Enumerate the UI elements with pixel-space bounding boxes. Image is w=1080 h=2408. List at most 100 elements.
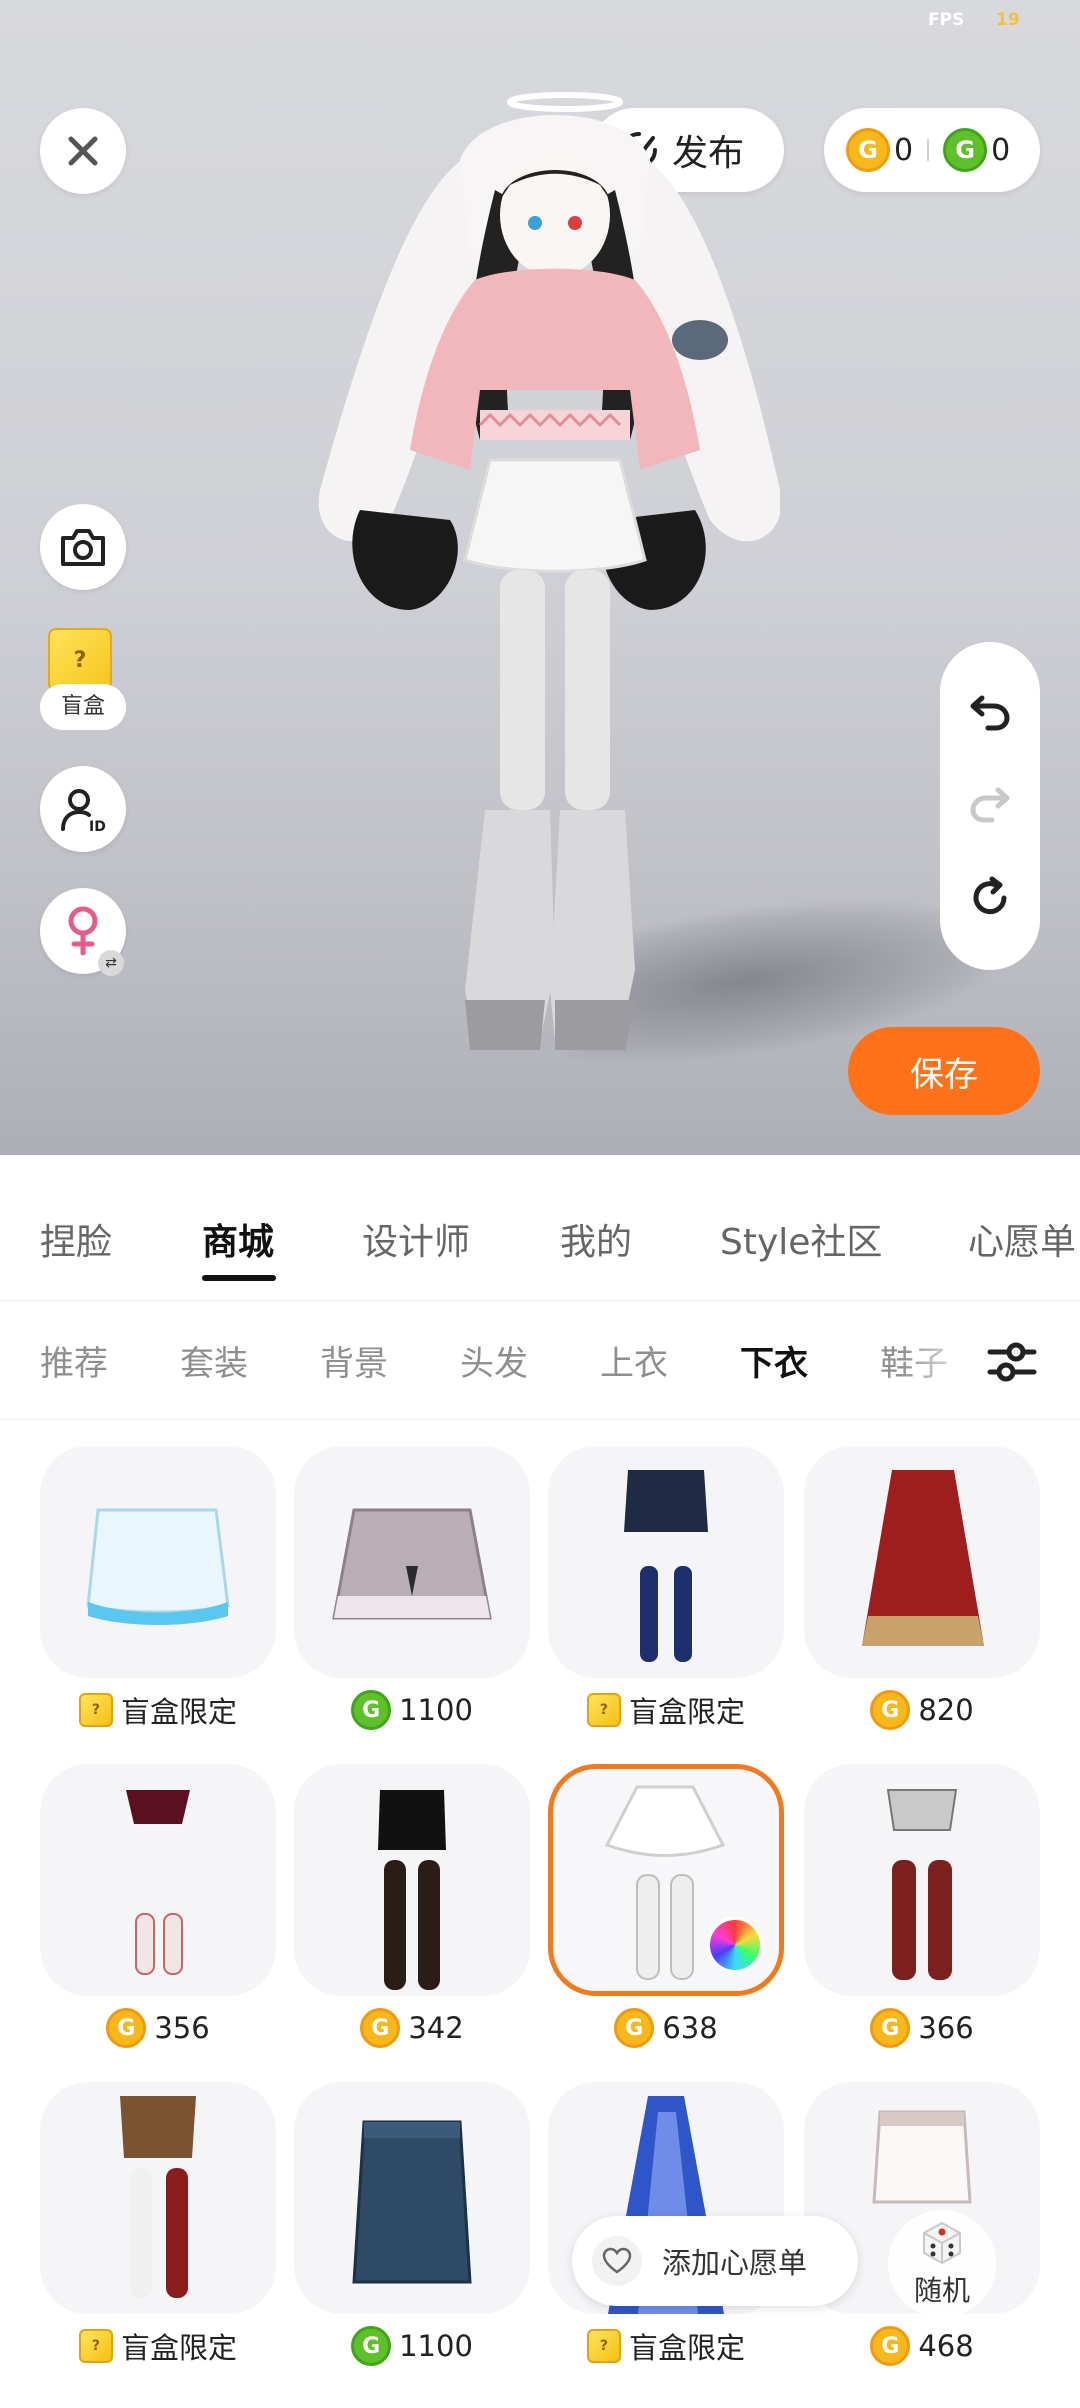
price-text: 342: [408, 2011, 464, 2045]
person-id-icon: ID: [61, 789, 106, 833]
swap-icon: ⇄: [98, 950, 124, 976]
item-thumbnail: [804, 1446, 1040, 1678]
wishlist-label: 添加心愿单: [662, 2246, 808, 2280]
gold-coin-icon: G: [360, 2008, 401, 2048]
subtab-recommended[interactable]: 推荐: [40, 1336, 108, 1385]
item-card[interactable]: G 1100: [294, 1420, 530, 1738]
reset-icon[interactable]: [968, 876, 1012, 920]
item-thumbnail: [548, 1764, 784, 1996]
item-thumbnail: [40, 2082, 276, 2314]
item-price: G 468: [804, 2326, 1040, 2366]
tab-style-community[interactable]: Style社区: [720, 1213, 882, 1265]
item-thumbnail: [548, 1446, 784, 1678]
blindbox-icon: ?: [586, 1693, 621, 1727]
svg-text:ID: ID: [89, 819, 106, 833]
price-text: 356: [154, 2011, 210, 2045]
currency-display[interactable]: G 0 G 0: [824, 108, 1040, 192]
camera-icon: [61, 529, 105, 566]
gold-coin-icon: G: [846, 128, 890, 172]
blindbox-icon: ?: [78, 1693, 113, 1727]
item-price: ? 盲盒限定: [40, 2326, 276, 2366]
tab-mall[interactable]: 商城: [202, 1213, 274, 1265]
tab-face[interactable]: 捏脸: [40, 1213, 112, 1265]
undo-icon[interactable]: [968, 692, 1012, 732]
price-text: 1100: [399, 2329, 473, 2363]
item-price: G 366: [804, 2008, 1040, 2048]
close-icon: [68, 136, 98, 166]
active-tab-indicator: [202, 1275, 276, 1281]
blindbox-label: 盲盒: [40, 684, 126, 730]
currency-divider: [927, 139, 930, 161]
tab-wishlist[interactable]: 心愿单: [968, 1213, 1076, 1265]
skirt-pattern-icon: [332, 1508, 492, 1620]
tab-fade: [900, 1302, 980, 1419]
redo-icon[interactable]: [968, 784, 1012, 824]
avatar-scene[interactable]: FPS 19 发布 G 0 G 0 ? 盲盒 ID ⇄ 保存: [0, 0, 1080, 1155]
shorts-blue-icon: [86, 1508, 230, 1625]
item-price: G 820: [804, 1690, 1040, 1730]
item-card[interactable]: ? 盲盒限定: [40, 2056, 276, 2374]
item-price: G 1100: [294, 2326, 530, 2366]
item-card[interactable]: ? 盲盒限定: [40, 1420, 276, 1738]
add-wishlist-button[interactable]: 添加心愿单: [572, 2216, 858, 2306]
price-text: 366: [918, 2011, 974, 2045]
tab-designer[interactable]: 设计师: [362, 1213, 470, 1265]
blindbox-button[interactable]: ? 盲盒: [40, 628, 126, 730]
item-thumbnail: [294, 1764, 530, 1996]
save-button[interactable]: 保存: [848, 1027, 1040, 1115]
avatar-character: [318, 92, 780, 1050]
price-text: 盲盒限定: [120, 2331, 237, 2365]
item-card[interactable]: ? 盲盒限定: [548, 2056, 784, 2374]
item-card[interactable]: ? 盲盒限定: [548, 1420, 784, 1738]
shorts-grey-socks-icon: [886, 1789, 958, 1980]
random-button[interactable]: 随机: [888, 2210, 996, 2318]
green-coin-icon: G: [351, 2326, 392, 2366]
category-tab-bar: 推荐 套装 背景 头发 上衣 下衣 鞋子: [0, 1302, 1080, 1420]
subtab-bottoms[interactable]: 下衣: [740, 1336, 808, 1385]
item-price: G 342: [294, 2008, 530, 2048]
female-icon: [68, 906, 98, 956]
subtab-hair[interactable]: 头发: [460, 1336, 528, 1385]
subtab-background[interactable]: 背景: [320, 1336, 388, 1385]
subtab-outfits[interactable]: 套装: [180, 1336, 248, 1385]
tab-mine[interactable]: 我的: [560, 1213, 632, 1265]
fps-label: FPS: [928, 10, 965, 30]
item-card[interactable]: G 1100: [294, 2056, 530, 2374]
shorts-brown-socks-icon: [120, 2096, 196, 2298]
price-text: 盲盒限定: [628, 2331, 745, 2365]
item-thumbnail: [294, 2082, 530, 2314]
gold-coin-icon: G: [870, 2326, 911, 2366]
item-card[interactable]: G 342: [294, 1738, 530, 2056]
green-amount: 0: [991, 132, 1011, 168]
green-coin-icon: G: [943, 128, 988, 172]
filter-button[interactable]: [980, 1332, 1044, 1392]
gender-button[interactable]: ⇄: [40, 888, 126, 976]
camera-button[interactable]: [40, 504, 126, 590]
item-card-selected[interactable]: G 638: [548, 1738, 784, 2056]
item-thumbnail: [40, 1446, 276, 1678]
item-thumbnail: [804, 1764, 1040, 1996]
item-price: G 356: [40, 2008, 276, 2048]
gold-coin-icon: G: [106, 2008, 147, 2048]
item-price: ? 盲盒限定: [40, 1690, 276, 1730]
gold-coin-icon: G: [614, 2008, 655, 2048]
main-tab-bar: 捏脸 商城 设计师 我的 Style社区 心愿单: [0, 1155, 1080, 1301]
skirt-red-long-icon: [862, 1470, 984, 1646]
close-button[interactable]: [40, 108, 126, 194]
item-card[interactable]: G 356: [40, 1738, 276, 2056]
subtab-tops[interactable]: 上衣: [600, 1336, 668, 1385]
item-thumbnail: [294, 1446, 530, 1678]
shorts-maroon-socks-icon: [126, 1790, 190, 1975]
item-card[interactable]: G 366: [804, 1738, 1040, 2056]
gold-coin-icon: G: [870, 1690, 911, 1730]
color-palette-icon[interactable]: [707, 1917, 763, 1973]
price-text: 638: [662, 2011, 718, 2045]
price-text: 盲盒限定: [628, 1695, 745, 1729]
item-card[interactable]: G 820: [804, 1420, 1040, 1738]
blindbox-icon: ?: [78, 2329, 113, 2363]
avatar-id-button[interactable]: ID: [40, 766, 126, 852]
random-label: 随机: [913, 2274, 970, 2307]
item-thumbnail: [40, 1764, 276, 1996]
item-price: G 638: [548, 2008, 784, 2048]
price-text: 820: [918, 1693, 974, 1727]
